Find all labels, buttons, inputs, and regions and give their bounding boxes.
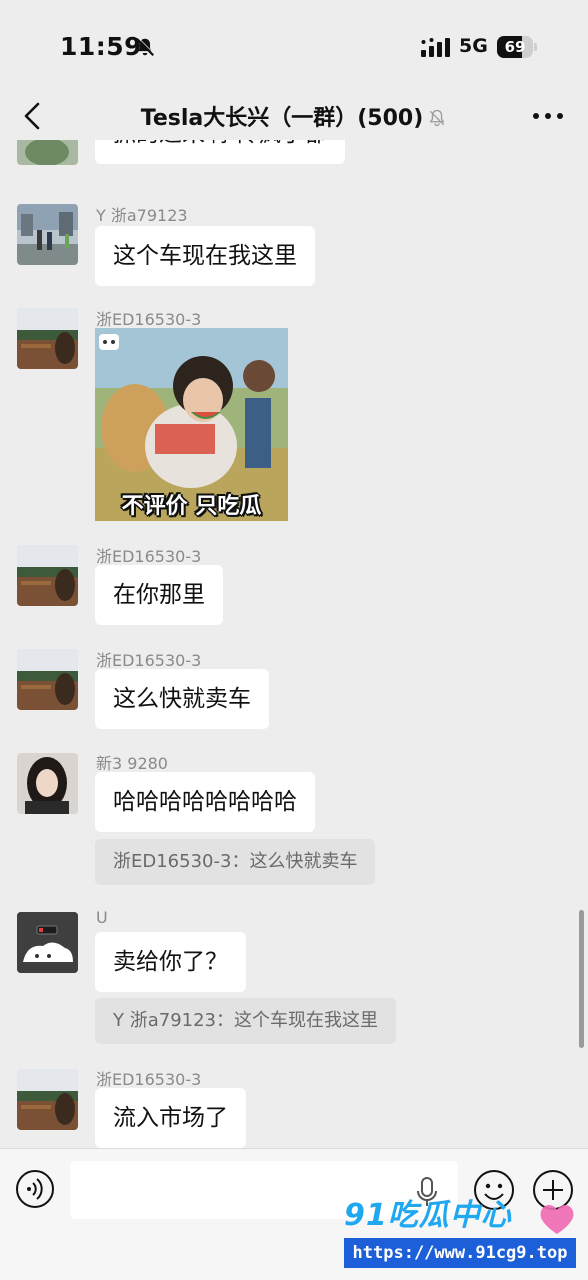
avatar[interactable] xyxy=(17,545,78,606)
quoted-message[interactable]: Y 浙a79123：这个车现在我这里 xyxy=(95,998,397,1044)
more-dots-icon[interactable] xyxy=(530,104,566,128)
sticker-caption: 不评价 只吃瓜 xyxy=(121,494,262,519)
chat-title-row: Tesla大长兴（一群）(500) xyxy=(0,100,588,132)
bell-mute-icon xyxy=(135,37,155,57)
sticker-image[interactable]: 不评价 只吃瓜 xyxy=(95,328,288,521)
voice-icon[interactable] xyxy=(15,1169,55,1209)
sender-name: 浙ED16530-3 xyxy=(96,651,202,670)
avatar[interactable] xyxy=(17,912,78,973)
watermark-url: https://www.91cg9.top xyxy=(344,1238,576,1268)
scrollbar[interactable] xyxy=(579,910,584,1048)
chat-title: Tesla大长兴（一群）(500) xyxy=(140,106,424,131)
bell-mute-icon xyxy=(429,109,445,127)
message-bubble[interactable]: 流入市场了 xyxy=(95,1088,246,1148)
avatar[interactable] xyxy=(17,308,78,369)
watermark-logo: 91吃瓜中心 xyxy=(344,1198,512,1233)
sender-name: 浙ED16530-3 xyxy=(96,310,202,329)
status-time: 11:59 xyxy=(60,32,143,61)
heart-icon xyxy=(540,1204,574,1234)
battery-level: 69 xyxy=(504,38,526,56)
message-bubble[interactable]: 卖给你了？ xyxy=(95,932,246,992)
chat-screen: 11:59 5G 69 Tesla大长兴（一群）(500) Y 浙a79123 … xyxy=(0,0,588,1280)
avatar[interactable] xyxy=(17,204,78,265)
message-list[interactable]: 抓的过来啊 传疯了都 Y 浙a79123 这个车现在我这里 xyxy=(0,140,588,1148)
avatar[interactable] xyxy=(17,140,78,165)
message-bubble[interactable]: 抓的过来啊 传疯了都 xyxy=(95,140,346,164)
sender-name: U xyxy=(96,908,108,927)
avatar[interactable] xyxy=(17,753,78,814)
avatar[interactable] xyxy=(17,649,78,710)
message-bubble[interactable]: 这么快就卖车 xyxy=(95,669,269,729)
status-bar: 11:59 5G 69 xyxy=(0,0,588,92)
sender-name: 浙ED16530-3 xyxy=(96,547,202,566)
quoted-message[interactable]: 浙ED16530-3：这么快就卖车 xyxy=(95,839,376,885)
sender-name: 浙ED16530-3 xyxy=(96,1070,202,1089)
signal-bars-icon xyxy=(421,38,450,57)
battery-indicator: 69 xyxy=(497,36,537,58)
avatar[interactable] xyxy=(17,1069,78,1130)
message-bubble[interactable]: 在你那里 xyxy=(95,565,223,625)
chat-header: Tesla大长兴（一群）(500) xyxy=(0,92,588,140)
message-bubble[interactable]: 这个车现在我这里 xyxy=(95,226,315,286)
sender-name: 新3 9280 xyxy=(96,754,168,773)
watermark: 91吃瓜中心 https://www.91cg9.top xyxy=(340,1184,580,1274)
message-bubble[interactable]: 哈哈哈哈哈哈哈哈 xyxy=(95,772,315,832)
network-type: 5G xyxy=(459,35,488,57)
sender-name: Y 浙a79123 xyxy=(96,206,188,225)
